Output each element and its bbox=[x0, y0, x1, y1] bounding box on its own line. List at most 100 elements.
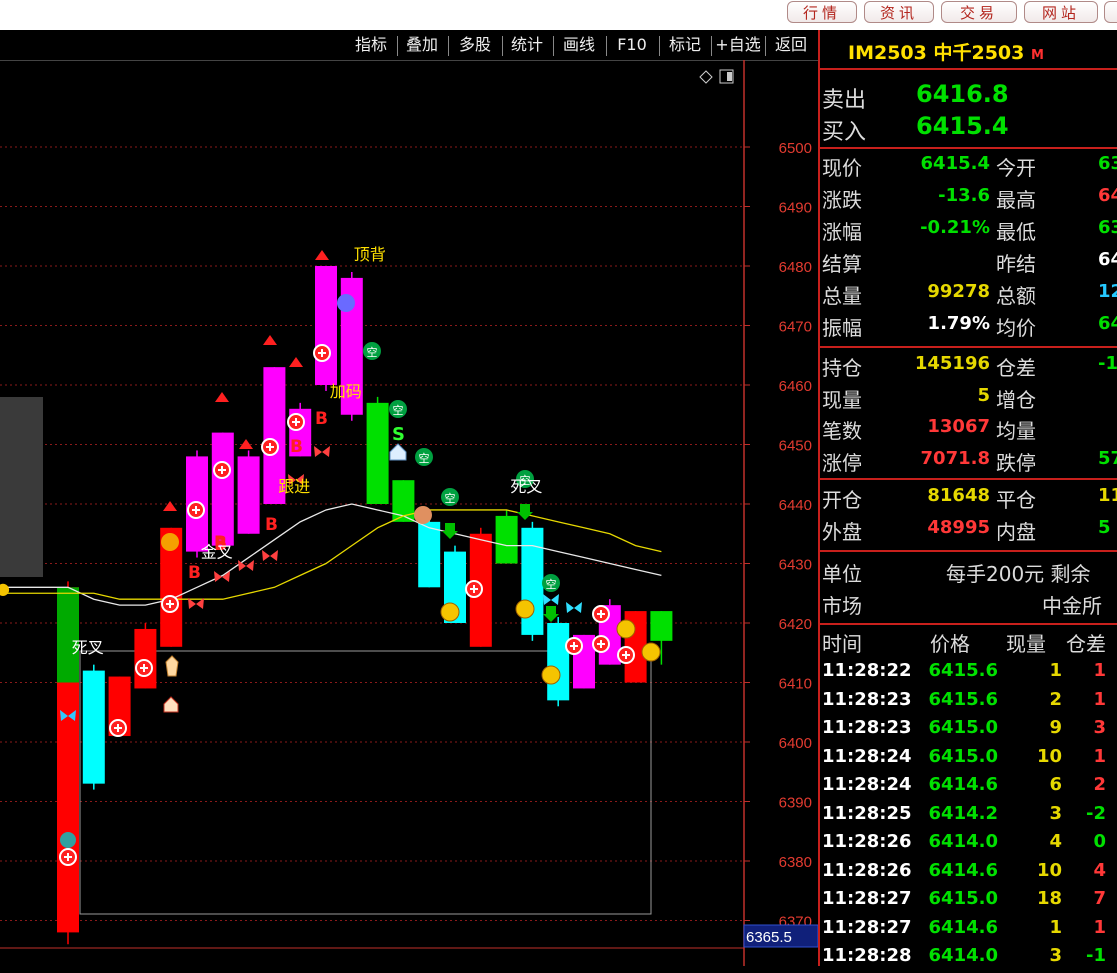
nav-more-button[interactable] bbox=[1104, 1, 1117, 23]
tick-price: 6415.0 bbox=[928, 745, 998, 767]
up-arrow-icon bbox=[161, 533, 179, 551]
y-tick-label: 6420 bbox=[779, 616, 812, 633]
y-tick-label: 6490 bbox=[779, 200, 812, 217]
tool-mark[interactable]: 标记 bbox=[661, 30, 709, 60]
nav-trade-button[interactable]: 交易 bbox=[941, 1, 1017, 23]
tick-time: 11:28:26 bbox=[822, 831, 912, 852]
tick-header-cell: 现量 bbox=[1006, 632, 1046, 656]
chart-annotation: 死叉 bbox=[72, 638, 104, 657]
tick-row[interactable]: 11:28:26 6414.0 4 0 bbox=[820, 831, 1117, 859]
short-signal-text: 空 bbox=[445, 491, 456, 505]
stat-value: 7071.8 bbox=[920, 447, 990, 469]
tool-f10[interactable]: F10 bbox=[608, 30, 656, 60]
stat-value: 5 bbox=[1098, 517, 1111, 538]
tick-row[interactable]: 11:28:22 6415.6 1 1 bbox=[820, 660, 1117, 688]
nav-market-button[interactable]: 行情 bbox=[787, 1, 857, 23]
up-triangle-icon bbox=[215, 392, 229, 402]
ma-line-white bbox=[0, 503, 662, 606]
tick-oi-change: 2 bbox=[1093, 774, 1106, 795]
tick-time: 11:28:25 bbox=[822, 802, 912, 824]
stat-label: 增仓 bbox=[996, 387, 1036, 412]
tool-indicator[interactable]: 指标 bbox=[348, 30, 394, 60]
diamond-icon bbox=[699, 70, 713, 84]
sell-label: 卖出 bbox=[822, 88, 867, 113]
tick-row[interactable]: 11:28:28 6414.0 3 -1 bbox=[820, 945, 1117, 973]
up-triangle-icon bbox=[315, 250, 329, 260]
buy-label: 买入 bbox=[822, 120, 867, 145]
tick-price: 6414.6 bbox=[928, 916, 998, 938]
tick-price: 6415.6 bbox=[928, 660, 998, 681]
down-arrow-icon bbox=[517, 504, 533, 520]
tick-price: 6414.6 bbox=[928, 859, 998, 881]
tick-row[interactable]: 11:28:27 6414.6 1 1 bbox=[820, 917, 1117, 945]
tick-time: 11:28:27 bbox=[822, 888, 912, 909]
tool-back[interactable]: 返回 bbox=[767, 30, 815, 60]
tick-oi-change: 1 bbox=[1093, 660, 1106, 681]
y-tick-label: 6430 bbox=[779, 557, 812, 574]
market-value: 中金所 bbox=[1042, 594, 1102, 618]
candle-body bbox=[418, 521, 441, 588]
b-signal-letter: B bbox=[315, 409, 328, 429]
s-signal-letter: S bbox=[392, 424, 405, 445]
chart-toolbar: 指标 叠加 多股 统计 画线 F10 标记 +自选 返回 bbox=[0, 30, 818, 61]
tick-oi-change: 1 bbox=[1093, 745, 1106, 767]
tick-time: 11:28:24 bbox=[822, 774, 912, 795]
smiley-icon bbox=[641, 642, 661, 662]
tick-price: 6414.6 bbox=[928, 774, 998, 795]
up-triangle-icon bbox=[289, 357, 303, 367]
stat-label: 均量 bbox=[996, 419, 1036, 443]
unit-label: 单位 bbox=[822, 562, 862, 586]
stat-label: 结算 bbox=[822, 252, 862, 276]
y-tick-label: 6470 bbox=[779, 319, 812, 336]
stat-label: 仓差 bbox=[996, 356, 1036, 380]
up-triangle-icon bbox=[263, 335, 277, 345]
butterfly-icon bbox=[543, 594, 559, 605]
chart-annotation: 金叉 bbox=[201, 543, 233, 562]
butterfly-icon bbox=[238, 560, 254, 571]
tick-time: 11:28:26 bbox=[822, 859, 912, 881]
market-label: 市场 bbox=[822, 594, 862, 618]
tick-price: 6415.0 bbox=[928, 888, 998, 909]
y-tick-label: 6440 bbox=[779, 497, 812, 514]
butterfly-icon bbox=[314, 446, 330, 457]
tick-row[interactable]: 11:28:23 6415.0 9 3 bbox=[820, 717, 1117, 745]
candlestick-chart[interactable]: 空空空空空空BBBBBBS● 顶背加码跟进金叉死叉死叉 650064906480… bbox=[0, 60, 818, 966]
tick-row[interactable]: 11:28:24 6414.6 6 2 bbox=[820, 774, 1117, 802]
tick-oi-change: 1 bbox=[1093, 688, 1106, 710]
tick-time: 11:28:24 bbox=[822, 745, 912, 767]
tick-oi-change: 4 bbox=[1093, 859, 1106, 881]
b-signal-letter: B bbox=[265, 515, 278, 535]
stat-value: 1.79% bbox=[927, 313, 990, 334]
tool-statistics[interactable]: 统计 bbox=[504, 30, 550, 60]
candle-body bbox=[237, 456, 260, 534]
short-signal-text: 空 bbox=[546, 577, 557, 591]
tick-row[interactable]: 11:28:26 6414.6 10 4 bbox=[820, 860, 1117, 888]
candle-body bbox=[521, 527, 544, 635]
tool-draw-line[interactable]: 画线 bbox=[555, 30, 603, 60]
short-signal-text: 空 bbox=[419, 451, 430, 465]
stat-label: 昨结 bbox=[996, 252, 1036, 276]
chart-annotation: 死叉 bbox=[510, 477, 542, 496]
stat-label: 最高 bbox=[996, 188, 1036, 212]
tick-row[interactable]: 11:28:24 6415.0 10 1 bbox=[820, 746, 1117, 774]
tick-time: 11:28:23 bbox=[822, 717, 912, 738]
buy-price: 6415.4 bbox=[916, 112, 1009, 140]
b-signal-letter: B bbox=[188, 563, 201, 583]
nav-website-button[interactable]: 网站 bbox=[1024, 1, 1098, 23]
tick-price: 6414.0 bbox=[928, 831, 998, 852]
y-tick-label: 6500 bbox=[779, 140, 812, 157]
tick-row[interactable]: 11:28:23 6415.6 2 1 bbox=[820, 689, 1117, 717]
tool-overlay[interactable]: 叠加 bbox=[399, 30, 445, 60]
tick-header-cell: 仓差 bbox=[1066, 632, 1106, 656]
nav-news-button[interactable]: 资讯 bbox=[864, 1, 934, 23]
house-icon bbox=[389, 443, 407, 461]
tick-header-cell: 价格 bbox=[930, 632, 970, 656]
tick-oi-change: -1 bbox=[1086, 945, 1106, 966]
top-navigation-bar: 行情 资讯 交易 网站 bbox=[0, 0, 1117, 30]
tool-multi-stock[interactable]: 多股 bbox=[450, 30, 500, 60]
tick-row[interactable]: 11:28:27 6415.0 18 7 bbox=[820, 888, 1117, 916]
tick-oi-change: 7 bbox=[1093, 888, 1106, 909]
tool-add-watchlist[interactable]: +自选 bbox=[713, 30, 763, 60]
candle-body bbox=[366, 402, 389, 504]
tick-row[interactable]: 11:28:25 6414.2 3 -2 bbox=[820, 803, 1117, 831]
